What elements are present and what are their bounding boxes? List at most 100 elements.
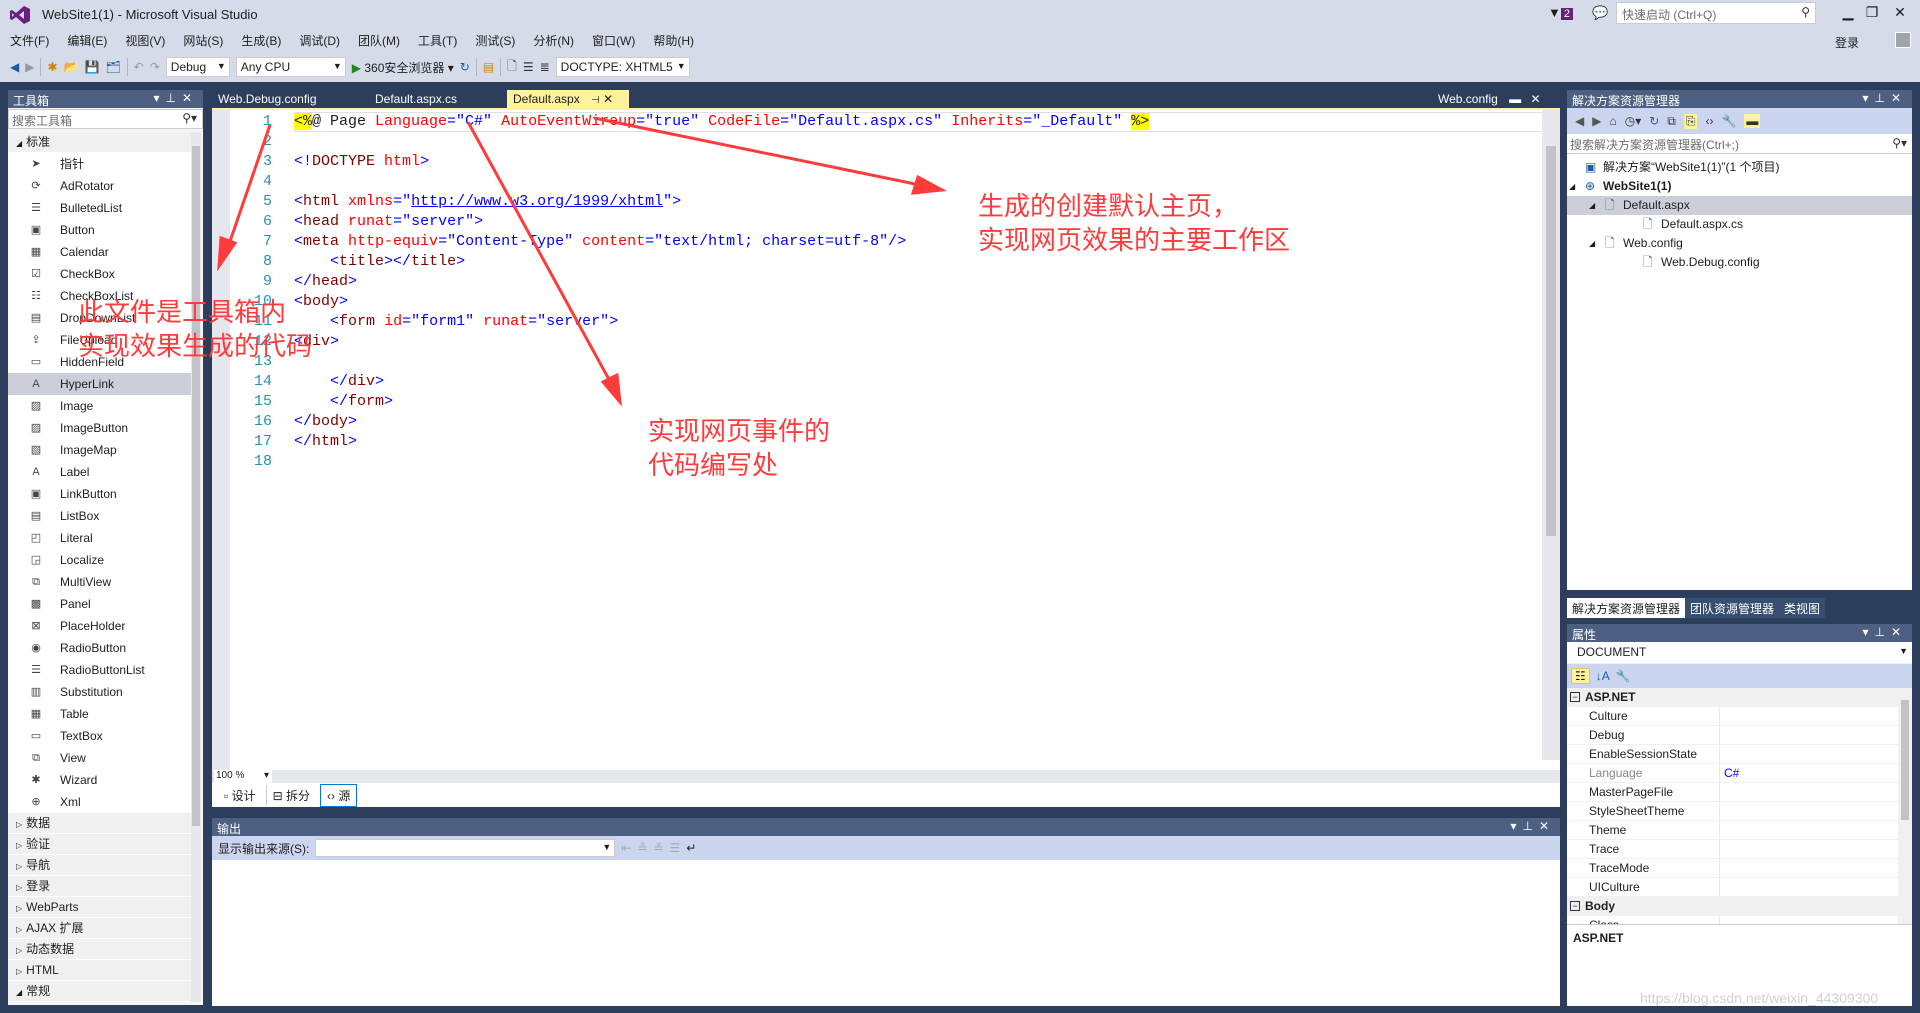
close-icon[interactable]: ✕ xyxy=(1891,91,1907,105)
toolbox-item[interactable]: ▧ ImageMap xyxy=(8,439,192,461)
property-value[interactable]: C# xyxy=(1720,764,1739,782)
close-icon[interactable]: ✕ xyxy=(1531,92,1541,106)
new-project-icon[interactable]: ✱ xyxy=(47,60,57,74)
keep-open-icon[interactable]: ▬ xyxy=(1509,92,1521,106)
tree-item[interactable]: ◢ 🗋 Default.aspx xyxy=(1567,196,1912,215)
open-file-icon[interactable]: 📂 xyxy=(64,60,79,74)
collapse-all-icon[interactable]: ⧉ xyxy=(1667,114,1676,129)
property-row[interactable]: TraceMode xyxy=(1567,859,1912,878)
menu-edit[interactable]: 编辑(E) xyxy=(67,32,107,49)
refresh-icon[interactable]: ↻ xyxy=(1649,114,1659,128)
toolbox-item[interactable]: ⊠ PlaceHolder xyxy=(8,615,192,637)
feedback-icon[interactable]: 💬 xyxy=(1592,5,1608,21)
toolbox-item[interactable]: ▦ Table xyxy=(8,703,192,725)
property-value[interactable] xyxy=(1720,802,1724,820)
property-row[interactable]: Class xyxy=(1567,916,1912,924)
pending-changes-icon[interactable]: ◷▾ xyxy=(1625,114,1642,128)
view-tab-source[interactable]: ‹› 源 xyxy=(320,783,358,807)
view-tab-design[interactable]: ▫ 设计 xyxy=(218,785,262,806)
property-row[interactable]: Debug xyxy=(1567,726,1912,745)
property-row[interactable]: EnableSessionState xyxy=(1567,745,1912,764)
toolbox-item[interactable]: ▨ Image xyxy=(8,395,192,417)
categorized-icon[interactable]: ☷ xyxy=(1571,668,1590,684)
close-icon[interactable]: ✕ xyxy=(1539,819,1555,833)
toolbox-item[interactable]: ⊕ Xml xyxy=(8,791,192,813)
undo-icon[interactable]: ↶ xyxy=(134,60,144,74)
toolbox-item[interactable]: ⧉ MultiView xyxy=(8,571,192,593)
close-icon[interactable]: ✕ xyxy=(1891,625,1907,639)
document-icon[interactable]: 🗋 xyxy=(507,57,517,78)
toolbox-category[interactable]: ▷ 登录 xyxy=(8,876,192,897)
toolbox-item[interactable]: A HyperLink xyxy=(8,373,192,395)
expanded-icon[interactable]: ◢ xyxy=(1569,177,1575,196)
properties-object-dropdown[interactable]: DOCUMENT ▼ xyxy=(1567,642,1912,664)
quick-launch-input[interactable]: 快速启动 (Ctrl+Q) ⚲ xyxy=(1616,2,1816,24)
property-value[interactable] xyxy=(1720,745,1724,763)
pin-icon[interactable]: ⊥ xyxy=(165,91,181,105)
property-row[interactable]: Theme xyxy=(1567,821,1912,840)
toolbox-item[interactable]: ☰ RadioButtonList xyxy=(8,659,192,681)
toolbox-category-standard[interactable]: ◢ 标准 xyxy=(8,132,192,153)
expanded-icon[interactable]: ◢ xyxy=(1589,196,1595,215)
toolbox-item[interactable]: ☰ BulletedList xyxy=(8,197,192,219)
previous-message-icon[interactable]: ≙ xyxy=(637,841,647,855)
view-code-icon[interactable]: ‹› xyxy=(1705,114,1713,128)
menu-help[interactable]: 帮助(H) xyxy=(653,32,694,49)
word-wrap-icon[interactable]: ↵ xyxy=(686,841,696,855)
toolbox-category[interactable]: ▷ 动态数据 xyxy=(8,939,192,960)
toolbox-category-general[interactable]: ◢ 常规 xyxy=(8,981,192,1002)
save-all-icon[interactable]: 🗂 xyxy=(105,60,120,74)
pin-icon[interactable]: ⊥ xyxy=(1522,819,1538,833)
dropdown-icon[interactable]: ▾ xyxy=(153,91,165,105)
property-row[interactable]: MasterPageFile xyxy=(1567,783,1912,802)
tab-class-view[interactable]: 类视图 xyxy=(1779,598,1826,618)
indent-icon[interactable]: ☰ xyxy=(523,60,534,74)
collapse-icon[interactable]: − xyxy=(1570,901,1580,911)
dropdown-icon[interactable]: ▾ xyxy=(1510,819,1522,833)
back-icon[interactable]: ◀ xyxy=(10,60,19,74)
find-in-files-icon[interactable]: ▤ xyxy=(483,60,494,74)
toolbox-item[interactable]: ▩ Panel xyxy=(8,593,192,615)
pin-icon[interactable]: ⊣ xyxy=(591,95,600,106)
comment-icon[interactable]: ≣ xyxy=(540,60,550,74)
toolbox-category[interactable]: ▷ HTML xyxy=(8,960,192,981)
toolbox-item[interactable]: ▨ ImageButton xyxy=(8,417,192,439)
property-value[interactable] xyxy=(1720,707,1724,725)
toolbox-item[interactable]: ◉ RadioButton xyxy=(8,637,192,659)
property-row[interactable]: Trace xyxy=(1567,840,1912,859)
code-editor[interactable]: 1 <%@ Page Language="C#" AutoEventWireup=… xyxy=(212,108,1560,778)
dropdown-icon[interactable]: ▾ xyxy=(1862,625,1874,639)
property-pages-icon[interactable]: 🔧 xyxy=(1616,669,1631,683)
configuration-dropdown[interactable]: Debug ▼ xyxy=(165,57,230,77)
menu-view[interactable]: 视图(V) xyxy=(125,32,165,49)
toolbox-scrollbar[interactable] xyxy=(191,132,201,1002)
avatar[interactable] xyxy=(1895,32,1911,48)
next-message-icon[interactable]: ≚ xyxy=(653,841,663,855)
property-value[interactable] xyxy=(1720,916,1724,924)
property-value[interactable] xyxy=(1720,783,1724,801)
menu-file[interactable]: 文件(F) xyxy=(10,32,49,49)
menu-website[interactable]: 网站(S) xyxy=(183,32,223,49)
property-row[interactable]: UICulture xyxy=(1567,878,1912,897)
clear-all-icon[interactable]: ☰ xyxy=(670,841,681,855)
pin-icon[interactable]: ⊥ xyxy=(1874,91,1890,105)
back-icon[interactable]: ◀ xyxy=(1575,114,1584,128)
menu-analyze[interactable]: 分析(N) xyxy=(533,32,574,49)
toolbox-item[interactable]: ▦ Calendar xyxy=(8,241,192,263)
tree-item[interactable]: 🗋 Web.Debug.config xyxy=(1567,253,1912,272)
minimize-button[interactable]: ▁ xyxy=(1838,4,1858,21)
collapse-icon[interactable]: − xyxy=(1570,692,1580,702)
toolbox-item[interactable]: ✱ Wizard xyxy=(8,769,192,791)
forward-icon[interactable]: ▶ xyxy=(1592,114,1601,128)
property-category[interactable]: − Body xyxy=(1567,897,1912,916)
tab-web-debug-config[interactable]: Web.Debug.config xyxy=(212,90,323,108)
property-grid-scrollbar[interactable] xyxy=(1898,688,1912,924)
tree-item[interactable]: ▣ 解决方案“WebSite1(1)”(1 个项目) xyxy=(1567,158,1912,177)
property-row[interactable]: Language C# xyxy=(1567,764,1912,783)
toolbox-item[interactable]: ◰ Literal xyxy=(8,527,192,549)
toolbox-item[interactable]: ➤ 指针 xyxy=(8,153,192,175)
scrollbar-thumb[interactable] xyxy=(192,146,200,826)
toolbox-search-input[interactable]: 搜索工具箱 ⚲▾ xyxy=(8,109,203,129)
close-icon[interactable]: ✕ xyxy=(603,92,613,106)
scrollbar-thumb[interactable] xyxy=(1901,700,1909,820)
